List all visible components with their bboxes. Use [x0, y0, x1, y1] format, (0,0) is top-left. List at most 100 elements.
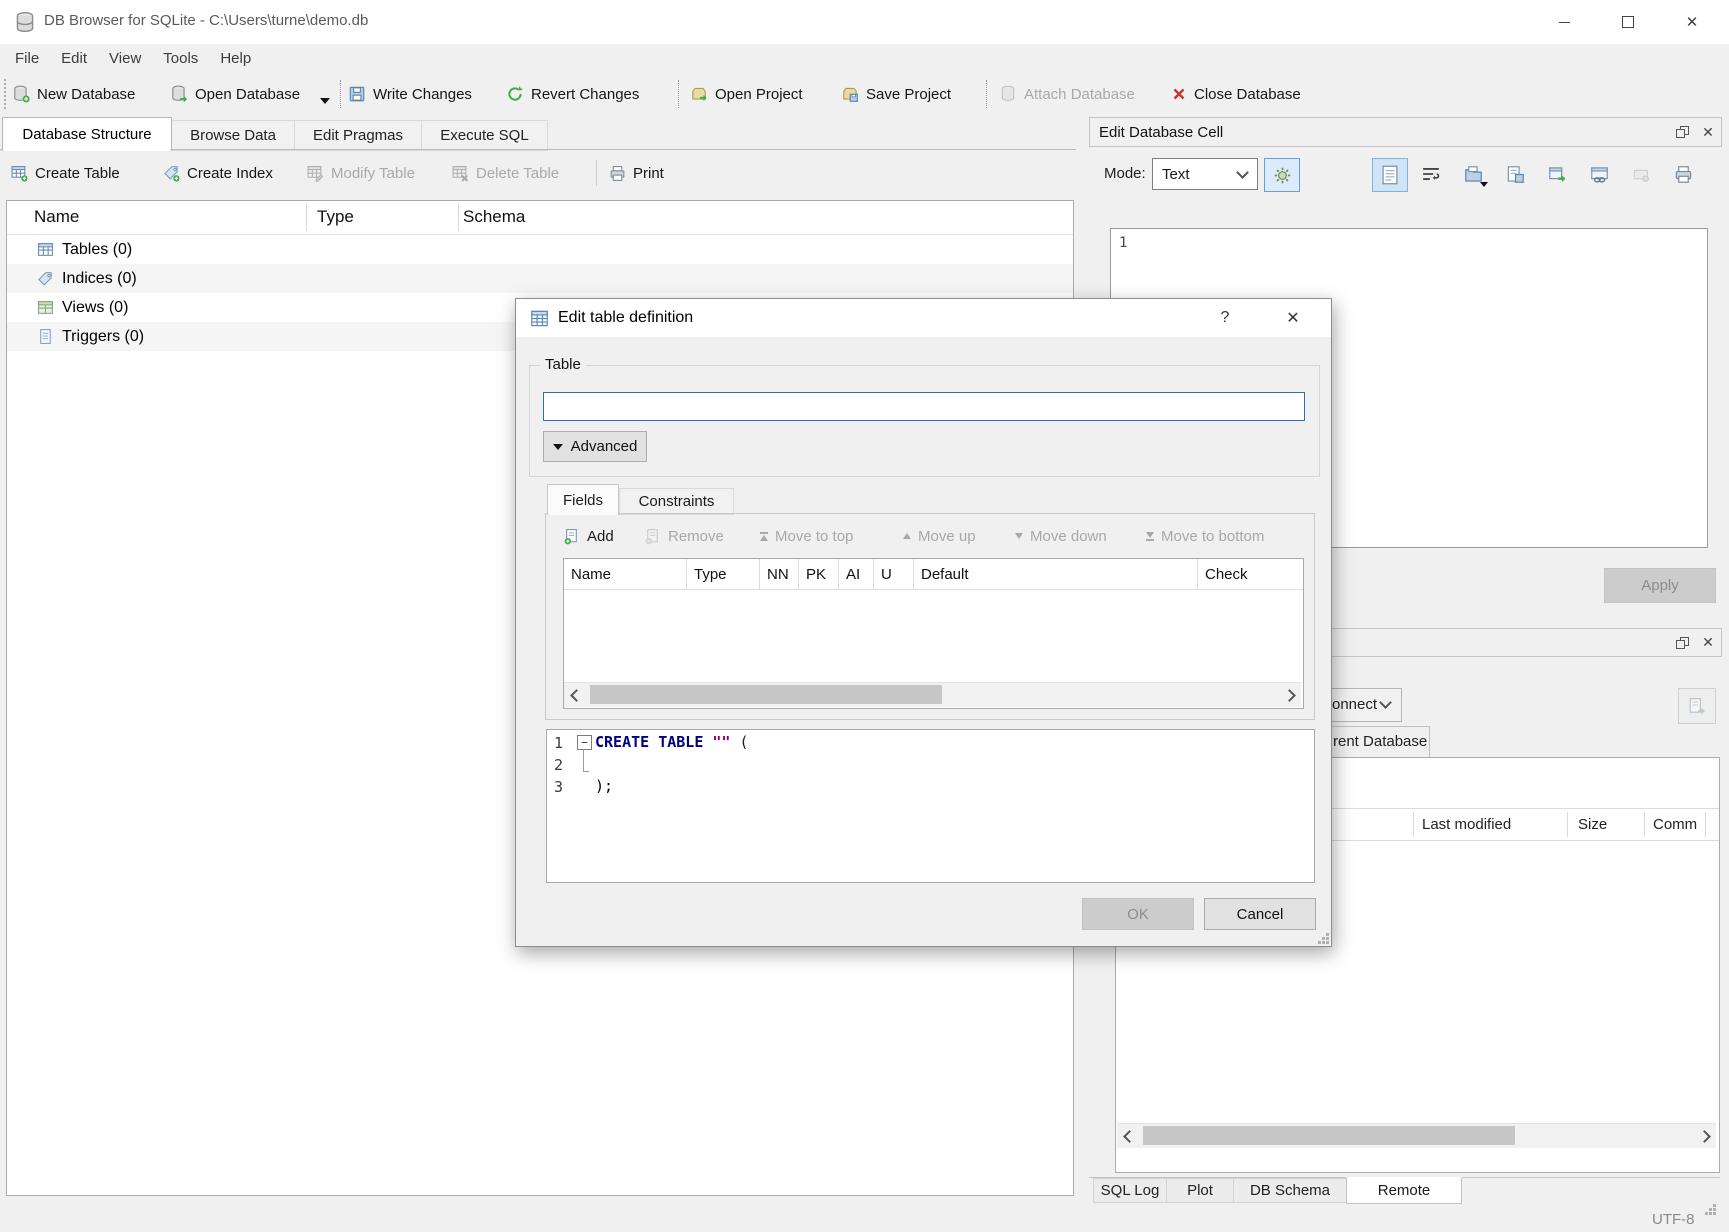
tab-constraints[interactable]: Constraints [619, 488, 734, 515]
tree-column-name[interactable]: Name [34, 207, 79, 227]
fields-table-header: Name Type NN PK AI U Default Check [564, 559, 1303, 590]
close-icon: ✕ [1702, 124, 1714, 141]
write-changes-button[interactable]: Write Changes [348, 77, 472, 111]
maximize-button[interactable] [1596, 0, 1660, 44]
text-view-button[interactable] [1372, 158, 1408, 192]
open-database-dropdown[interactable] [320, 98, 330, 104]
link-data-button[interactable] [1582, 158, 1616, 190]
print-button[interactable]: Print [609, 157, 664, 189]
column-size[interactable]: Size [1578, 816, 1607, 833]
menu-tools[interactable]: Tools [152, 45, 209, 71]
revert-changes-button[interactable]: Revert Changes [506, 77, 639, 111]
close-window-button[interactable]: ✕ [1660, 0, 1724, 44]
close-database-icon [1171, 86, 1187, 102]
col-name[interactable]: Name [564, 559, 687, 589]
tab-plot[interactable]: Plot [1166, 1178, 1234, 1203]
col-default[interactable]: Default [914, 559, 1198, 589]
scroll-right-arrow[interactable] [1279, 683, 1299, 707]
fold-marker[interactable]: − [577, 735, 592, 750]
dialog-resize-grip[interactable] [1317, 932, 1329, 944]
open-external-button[interactable] [1540, 158, 1574, 190]
save-file-icon [1506, 165, 1525, 184]
save-project-button[interactable]: Save Project [841, 77, 951, 111]
auto-mode-button[interactable] [1264, 158, 1300, 192]
float-icon [1676, 637, 1689, 649]
move-to-top-button: Move to top [760, 521, 853, 551]
modify-table-icon [307, 165, 324, 182]
toolbar-handle[interactable] [4, 79, 6, 109]
tree-column-schema[interactable]: Schema [463, 207, 525, 227]
word-wrap-button[interactable] [1414, 158, 1448, 190]
col-nn[interactable]: NN [760, 559, 799, 589]
dialog-close-button[interactable]: ✕ [1276, 303, 1310, 333]
indices-icon [37, 270, 54, 287]
tab-execute-sql[interactable]: Execute SQL [421, 120, 548, 151]
tab-database-structure[interactable]: Database Structure [2, 117, 172, 151]
add-field-icon [563, 528, 580, 545]
add-field-button[interactable]: Add [563, 521, 614, 551]
print-icon [1674, 165, 1693, 184]
tree-column-type[interactable]: Type [317, 207, 354, 227]
tree-item-indices[interactable]: Indices (0) [7, 264, 1073, 293]
minimize-button[interactable] [1532, 0, 1596, 44]
delete-table-button: Delete Table [452, 157, 559, 189]
print-cell-button[interactable] [1666, 158, 1700, 190]
scroll-left-arrow[interactable] [566, 683, 586, 707]
cancel-button[interactable]: Cancel [1204, 898, 1316, 930]
tab-browse-data[interactable]: Browse Data [171, 120, 295, 151]
open-project-button[interactable]: Open Project [690, 77, 803, 111]
resize-grip[interactable] [1704, 1203, 1716, 1215]
tab-edit-pragmas[interactable]: Edit Pragmas [294, 120, 422, 151]
col-u[interactable]: U [874, 559, 914, 589]
menu-file[interactable]: File [4, 45, 50, 71]
close-database-button[interactable]: Close Database [1171, 77, 1301, 111]
scrollbar-thumb[interactable] [1143, 1126, 1515, 1145]
tab-db-schema[interactable]: DB Schema [1233, 1178, 1347, 1203]
create-index-button[interactable]: Create Index [163, 157, 273, 189]
sql-line-3: ); [595, 777, 613, 795]
create-table-button[interactable]: Create Table [11, 157, 120, 189]
fields-hscrollbar[interactable] [564, 682, 1301, 707]
encoding-indic[interactable]: UTF-8 [1652, 1211, 1695, 1228]
tab-remote[interactable]: Remote [1346, 1177, 1462, 1204]
column-commit[interactable]: Comm [1653, 816, 1697, 833]
col-check[interactable]: Check [1198, 559, 1303, 589]
import-file-button[interactable] [1456, 158, 1490, 190]
scroll-right-arrow[interactable] [1694, 1124, 1714, 1148]
menu-view[interactable]: View [98, 45, 152, 71]
close-panel-button[interactable]: ✕ [1695, 121, 1721, 143]
line-number: 1 [554, 734, 563, 752]
scroll-left-arrow[interactable] [1119, 1124, 1139, 1148]
close-panel-button[interactable]: ✕ [1695, 632, 1721, 654]
move-up-icon [903, 533, 911, 539]
open-database-button[interactable]: Open Database [170, 77, 300, 111]
table-name-input[interactable] [543, 392, 1305, 421]
fold-guide-line [583, 749, 584, 771]
tree-item-tables[interactable]: Tables (0) [7, 235, 1073, 264]
new-database-button[interactable]: New Database [12, 77, 135, 111]
connect-dropdown-label: onnect [1332, 696, 1377, 713]
scrollbar-thumb[interactable] [590, 685, 942, 704]
dialog-help-button[interactable]: ? [1210, 303, 1240, 333]
mode-value: Text [1162, 166, 1238, 183]
toolbar-separator [678, 80, 679, 108]
mode-combobox[interactable]: Text [1152, 158, 1258, 190]
advanced-button[interactable]: Advanced [543, 431, 647, 462]
tab-sql-log[interactable]: SQL Log [1093, 1178, 1167, 1203]
float-panel-button[interactable] [1669, 121, 1695, 143]
external-window-icon [1548, 165, 1567, 184]
title-bar: DB Browser for SQLite - C:\Users\turne\d… [0, 0, 1729, 44]
remote-list-hscrollbar[interactable] [1117, 1123, 1716, 1148]
col-ai[interactable]: AI [839, 559, 874, 589]
float-panel-button[interactable] [1669, 632, 1695, 654]
menu-edit[interactable]: Edit [50, 45, 98, 71]
float-icon [1676, 126, 1689, 138]
tab-fields[interactable]: Fields [547, 484, 619, 515]
col-pk[interactable]: PK [799, 559, 839, 589]
col-type[interactable]: Type [687, 559, 760, 589]
dialog-titlebar[interactable]: Edit table definition ? ✕ [516, 299, 1331, 337]
menu-help[interactable]: Help [209, 45, 262, 71]
column-last-modified[interactable]: Last modified [1422, 816, 1511, 833]
edit-table-definition-dialog: Edit table definition ? ✕ Table Advanced… [515, 298, 1332, 947]
export-file-button[interactable] [1498, 158, 1532, 190]
